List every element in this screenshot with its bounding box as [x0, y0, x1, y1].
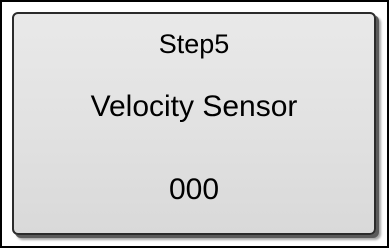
step-title: Step5	[158, 29, 230, 59]
sensor-name-label: Velocity Sensor	[90, 90, 298, 123]
step-panel: Step5 Velocity Sensor 000	[12, 12, 376, 235]
sensor-value-readout: 000	[168, 173, 220, 206]
outer-frame: Step5 Velocity Sensor 000	[0, 0, 389, 248]
